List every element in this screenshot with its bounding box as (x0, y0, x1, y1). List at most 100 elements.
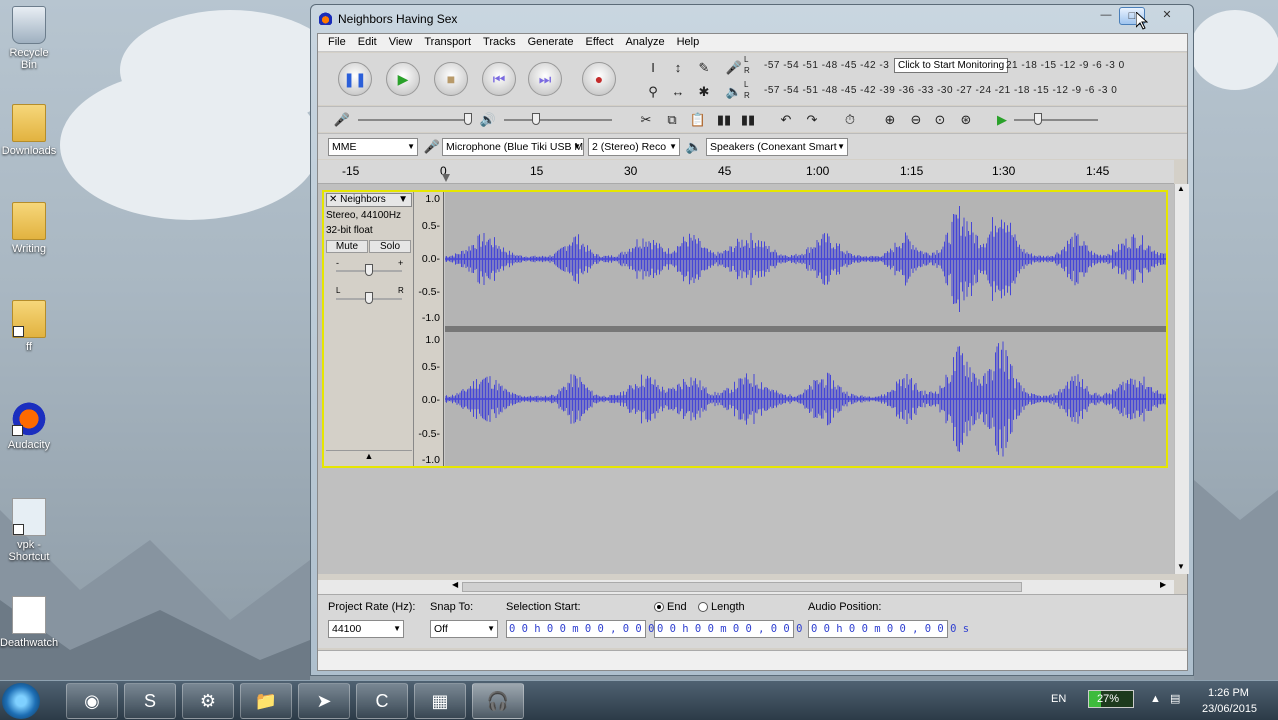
menu-edit[interactable]: Edit (352, 34, 383, 51)
title-bar[interactable]: Neighbors Having Sex — □ ✕ (311, 5, 1193, 33)
menu-view[interactable]: View (383, 34, 419, 51)
play-speed-slider[interactable] (1014, 119, 1098, 121)
playback-meter-scale[interactable]: -57 -54 -51 -48 -45 -42 -39 -36 -33 -30 … (764, 85, 1117, 96)
desktop-icon-audacity[interactable]: Audacity (0, 398, 58, 451)
vertical-scrollbar[interactable]: ▲ ▼ (1174, 184, 1189, 574)
timeline-ruler[interactable]: -15 0 15 30 45 1:00 1:15 1:30 1:45 (318, 160, 1174, 184)
menu-transport[interactable]: Transport (418, 34, 477, 51)
selection-end-field[interactable]: 0 0 h 0 0 m 0 0 , 0 0 0 s (654, 620, 815, 638)
playback-volume-slider[interactable] (504, 119, 612, 121)
envelope-tool-icon[interactable]: ↕ (668, 58, 688, 78)
menu-analyze[interactable]: Analyze (619, 34, 670, 51)
menu-tracks[interactable]: Tracks (477, 34, 522, 51)
clock-date[interactable]: 23/06/2015 (1202, 703, 1257, 715)
trim-icon[interactable]: ▮▮ (714, 110, 734, 130)
solo-button[interactable]: Solo (369, 240, 411, 253)
explorer-icon[interactable]: 📁 (240, 683, 292, 719)
mute-button[interactable]: Mute (326, 240, 368, 253)
client-area: File Edit View Transport Tracks Generate… (317, 33, 1189, 671)
project-rate-select[interactable]: 44100 ▼ (328, 620, 404, 638)
recording-device-select[interactable]: Microphone (Blue Tiki USB M ▼ (442, 138, 584, 156)
paste-icon[interactable]: 📋 (688, 110, 708, 130)
steam-icon[interactable]: ⚙ (182, 683, 234, 719)
menu-effect[interactable]: Effect (580, 34, 620, 51)
show-hidden-icons[interactable]: ▲ (1150, 693, 1161, 705)
start-button[interactable] (2, 683, 40, 719)
slider-thumb[interactable] (1034, 113, 1042, 125)
menu-file[interactable]: File (322, 34, 352, 51)
desktop-icon-recycle-bin[interactable]: Recycle Bin (0, 6, 58, 71)
track-name-menu[interactable]: ✕ Neighbors ▼ (326, 193, 412, 207)
bird-app-icon[interactable]: ➤ (298, 683, 350, 719)
language-indicator[interactable]: EN (1051, 693, 1066, 705)
minimize-button[interactable]: — (1093, 7, 1119, 25)
recording-volume-slider[interactable] (358, 119, 466, 121)
record-button[interactable]: ● (582, 62, 616, 96)
desktop-icon-deathwatch[interactable]: Deathwatch (0, 596, 58, 649)
c-app-icon[interactable]: C (356, 683, 408, 719)
clock-time[interactable]: 1:26 PM (1208, 687, 1249, 699)
desktop-icon-ff[interactable]: ff (0, 300, 58, 353)
fit-selection-icon[interactable]: ⊙ (930, 110, 950, 130)
terminal-app-icon[interactable]: ▦ (414, 683, 466, 719)
desktop-icon-vpk[interactable]: vpk - Shortcut (0, 498, 58, 563)
skype-icon[interactable]: S (124, 683, 176, 719)
recording-channels-select[interactable]: 2 (Stereo) Reco ▼ (588, 138, 680, 156)
selection-start-field[interactable]: 0 0 h 0 0 m 0 0 , 0 0 0 s (506, 620, 667, 638)
desktop-icon-label: vpk - Shortcut (8, 539, 50, 563)
end-radio[interactable]: End (654, 601, 687, 613)
horizontal-scrollbar[interactable]: ◀ ▶ (318, 580, 1174, 594)
battery-indicator[interactable]: 27% (1088, 690, 1134, 708)
close-track-icon[interactable]: ✕ (329, 194, 337, 205)
microphone-meter-icon[interactable]: 🎤 (724, 58, 744, 78)
play-button[interactable]: ▶ (386, 62, 420, 96)
waveform-right-channel[interactable] (445, 332, 1166, 466)
scale-label: 0.0- (421, 394, 440, 406)
pause-button[interactable]: ❚❚ (338, 62, 372, 96)
selection-tool-icon[interactable]: I (643, 58, 663, 78)
snap-to-select[interactable]: Off ▼ (430, 620, 498, 638)
zoom-out-icon[interactable]: ⊖ (906, 110, 926, 130)
scroll-thumb[interactable] (462, 582, 1022, 592)
record-meter-scale[interactable]: -57 -54 -51 -48 -45 -42 -3 (764, 60, 889, 71)
audacity-icon[interactable]: 🎧 (472, 683, 524, 719)
skip-start-button[interactable]: ⏮ (482, 62, 516, 96)
zoom-in-icon[interactable]: ⊕ (880, 110, 900, 130)
slider-thumb[interactable] (464, 113, 472, 125)
redo-icon[interactable]: ↷ (802, 110, 822, 130)
speaker-meter-icon[interactable]: 🔈 (724, 82, 744, 102)
collapse-track-button[interactable]: ▲ (326, 450, 412, 464)
multi-tool-icon[interactable]: ✱ (694, 82, 714, 102)
timeshift-tool-icon[interactable]: ↔ (668, 82, 688, 102)
desktop-icon-writing[interactable]: Writing (0, 202, 58, 255)
waveform-left-channel[interactable] (445, 192, 1166, 326)
audio-host-select[interactable]: MME ▼ (328, 138, 418, 156)
cut-icon[interactable]: ✂ (636, 110, 656, 130)
menu-generate[interactable]: Generate (522, 34, 580, 51)
zoom-tool-icon[interactable]: ⚲ (643, 82, 663, 102)
audio-track[interactable]: ✕ Neighbors ▼ Stereo, 44100Hz 32-bit flo… (322, 190, 1168, 468)
fit-project-icon[interactable]: ⊛ (956, 110, 976, 130)
chrome-icon[interactable]: ◉ (66, 683, 118, 719)
desktop-icon-downloads[interactable]: Downloads (0, 104, 58, 157)
folder-shortcut-icon (12, 300, 46, 338)
sync-lock-icon[interactable]: ⏱ (840, 110, 860, 130)
playback-device-select[interactable]: Speakers (Conexant Smart ▼ (706, 138, 848, 156)
audio-position-field[interactable]: 0 0 h 0 0 m 0 0 , 0 0 0 s (808, 620, 969, 638)
play-at-speed-icon[interactable]: ▶ (992, 110, 1012, 130)
slider-thumb[interactable] (365, 292, 373, 304)
length-radio[interactable]: Length (698, 601, 745, 613)
slider-thumb[interactable] (365, 264, 373, 276)
silence-icon[interactable]: ▮▮ (738, 110, 758, 130)
undo-icon[interactable]: ↶ (776, 110, 796, 130)
audacity-icon (319, 12, 332, 25)
draw-tool-icon[interactable]: ✎ (694, 58, 714, 78)
stop-button[interactable]: ■ (434, 62, 468, 96)
skip-end-button[interactable]: ⏭ (528, 62, 562, 96)
copy-icon[interactable]: ⧉ (662, 110, 682, 130)
network-icon[interactable]: ▤ (1170, 692, 1180, 705)
slider-thumb[interactable] (532, 113, 540, 125)
close-button[interactable]: ✕ (1154, 7, 1180, 25)
menu-help[interactable]: Help (671, 34, 706, 51)
record-meter-scale-right[interactable]: 21 -18 -15 -12 -9 -6 -3 0 (1006, 60, 1125, 71)
